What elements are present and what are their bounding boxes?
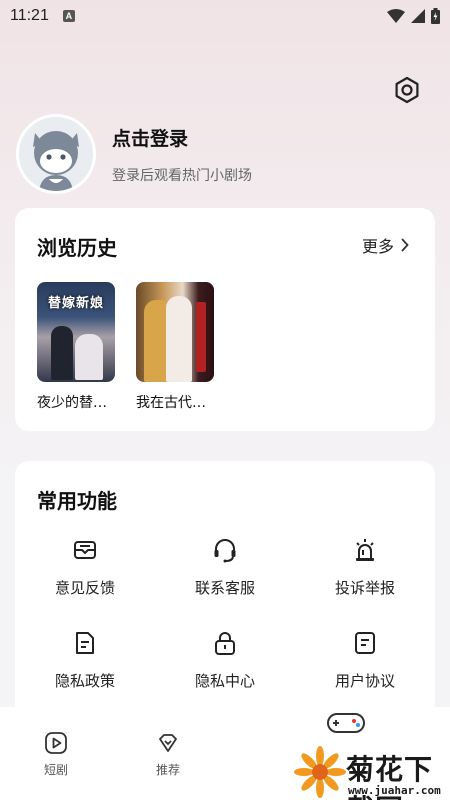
status-icons (387, 8, 440, 24)
history-list: 替嫁新娘 夜少的替… 我在古代… (37, 282, 214, 412)
agreement-icon (350, 628, 380, 658)
func-label: 隐私中心 (194, 672, 255, 690)
func-label: 意见反馈 (54, 579, 115, 597)
nav-item-recommend[interactable]: 推荐 (112, 707, 224, 800)
settings-hex-icon (395, 76, 419, 104)
wifi-icon (387, 9, 405, 23)
history-card: 浏览历史 更多 替嫁新娘 夜少的替… 我在古代… (15, 208, 435, 431)
status-time: 11:21 (10, 7, 49, 24)
gamepad-icon (327, 713, 365, 733)
poster-figure (166, 296, 192, 382)
settings-button[interactable] (392, 75, 422, 105)
watermark-url: www.juahar.com (348, 784, 441, 797)
privacy-policy-button[interactable]: 隐私政策 (15, 628, 155, 691)
customer-service-button[interactable]: 联系客服 (155, 535, 295, 598)
history-item[interactable]: 替嫁新娘 夜少的替… (37, 282, 115, 412)
poster-figure (75, 334, 103, 380)
func-label: 联系客服 (194, 579, 255, 597)
nav-item-short-drama[interactable]: 短剧 (0, 707, 112, 800)
headset-icon (210, 535, 240, 565)
feedback-icon (70, 535, 100, 565)
status-bar: 11:21 A (0, 0, 450, 32)
privacy-center-button[interactable]: 隐私中心 (155, 628, 295, 691)
nav-label: 短剧 (43, 763, 68, 777)
poster-banner (196, 302, 206, 372)
chevron-right-icon (401, 238, 409, 252)
poster-figure (51, 326, 73, 380)
nav-label: 推荐 (155, 763, 180, 777)
chrysanthemum-logo-icon (294, 746, 346, 798)
feedback-button[interactable]: 意见反馈 (15, 535, 155, 598)
history-item[interactable]: 我在古代… (136, 282, 214, 412)
signal-icon (411, 9, 425, 23)
login-title[interactable]: 点击登录 (112, 124, 252, 151)
play-icon (45, 732, 67, 754)
avatar[interactable] (16, 114, 96, 194)
more-label: 更多 (361, 237, 394, 256)
report-button[interactable]: 投诉举报 (295, 535, 435, 598)
poster-title-text: 替嫁新娘 (47, 296, 104, 311)
history-more-link[interactable]: 更多 (362, 233, 409, 257)
login-subtitle: 登录后观看热门小剧场 (112, 167, 252, 184)
functions-title: 常用功能 (37, 489, 117, 513)
profile-text: 点击登录 登录后观看热门小剧场 (112, 124, 252, 185)
heart-icon (159, 734, 177, 752)
default-avatar-icon (19, 117, 93, 191)
watermark-logo: 菊花下载网 www.juahar.com (250, 704, 450, 800)
user-agreement-button[interactable]: 用户协议 (295, 628, 435, 691)
poster-image[interactable]: 替嫁新娘 (37, 282, 115, 382)
document-icon (70, 628, 100, 658)
func-label: 隐私政策 (54, 672, 115, 690)
status-indicator: A (62, 10, 75, 22)
alarm-icon (350, 535, 380, 565)
poster-image[interactable] (136, 282, 214, 382)
history-item-name: 我在古代… (136, 395, 206, 411)
history-item-name: 夜少的替… (37, 395, 107, 411)
func-label: 投诉举报 (334, 579, 395, 597)
functions-grid: 意见反馈 联系客服 投诉举报 隐私政策 隐私中心 用户协议 (15, 535, 435, 691)
profile-section[interactable]: 点击登录 登录后观看热门小剧场 (16, 114, 252, 194)
lock-icon (210, 628, 240, 658)
history-title: 浏览历史 (37, 236, 117, 260)
battery-icon (431, 8, 440, 24)
func-label: 用户协议 (334, 672, 395, 690)
